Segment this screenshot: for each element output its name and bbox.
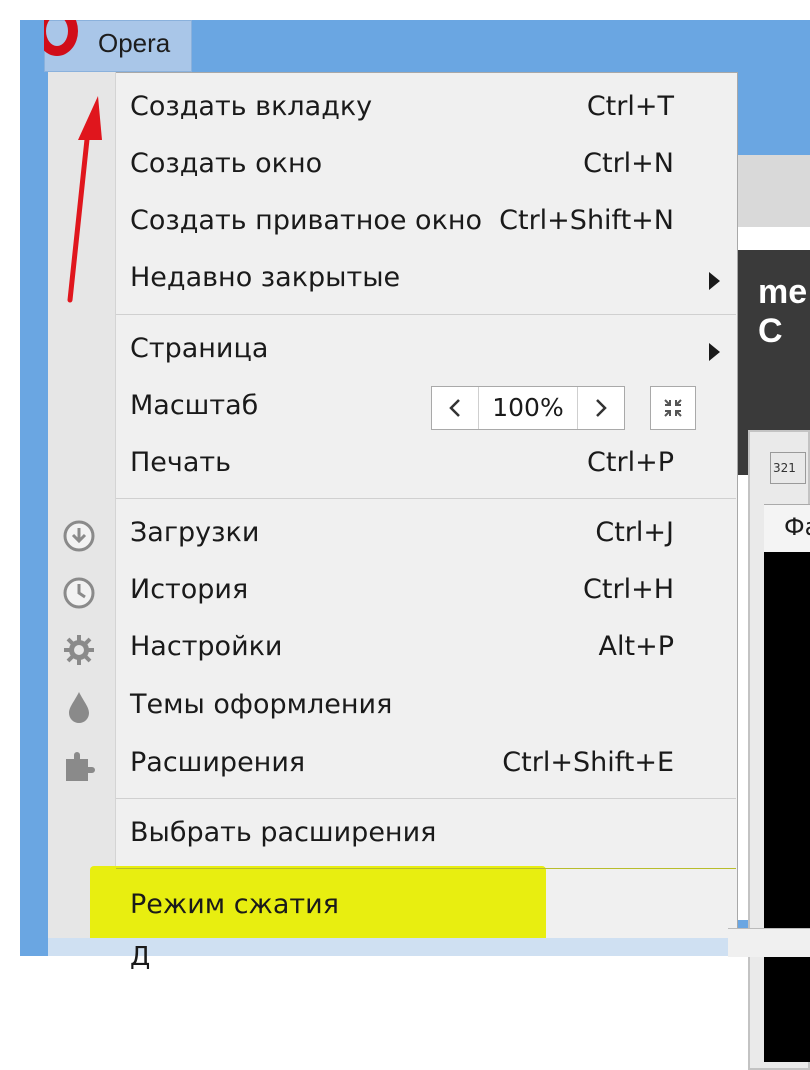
menu-separator — [116, 314, 736, 315]
opera-logo-icon — [44, 20, 86, 62]
screenshot-frame-top — [0, 0, 810, 20]
menu-item-shortcut: Ctrl+Shift+E — [502, 747, 674, 778]
menu-item-downloads[interactable]: Загрузки Ctrl+J — [116, 508, 736, 564]
menu-item-label: Темы оформления — [130, 689, 393, 720]
opera-menu-label: Opera — [98, 28, 171, 58]
menu-separator — [116, 798, 736, 799]
column-header: Фа — [764, 504, 810, 554]
menu-item-new-private-window[interactable]: Создать приватное окно Ctrl+Shift+N — [116, 196, 736, 252]
menu-item-label: Выбрать расширения — [130, 817, 437, 848]
menu-item-print[interactable]: Печать Ctrl+P — [116, 438, 736, 494]
menu-item-choose-extensions[interactable]: Выбрать расширения — [116, 808, 736, 864]
menu-item-label: Создать вкладку — [130, 91, 373, 122]
screenshot-frame-left — [0, 0, 20, 956]
menu-item-shortcut: Ctrl+T — [586, 91, 674, 122]
menu-item-label: Расширения — [130, 747, 306, 778]
menu-item-label: Режим сжатия — [130, 889, 339, 920]
film-icon: 321 — [770, 452, 806, 484]
background-page: me C 321 Фа — [738, 155, 810, 1070]
menu-item-label: Настройки — [130, 631, 283, 662]
menu-item-page[interactable]: Страница — [116, 324, 736, 380]
menu-item-label: Масштаб — [130, 390, 259, 421]
background-toolbar — [738, 155, 810, 227]
zoom-level-value: 100% — [492, 393, 564, 422]
fullscreen-button[interactable] — [650, 386, 696, 430]
background-app-window: 321 Фа — [748, 430, 810, 1070]
menu-item-compression-mode[interactable]: Режим сжатия — [116, 880, 736, 936]
menu-separator — [116, 498, 736, 499]
menu-item-label: Недавно закрытые — [130, 262, 401, 293]
menu-item-new-window[interactable]: Создать окно Ctrl+N — [116, 139, 736, 195]
menu-item-themes[interactable]: Темы оформления — [116, 680, 736, 736]
menu-separator — [116, 868, 736, 869]
menu-item-settings[interactable]: Настройки Alt+P — [116, 622, 736, 678]
menu-item-shortcut: Alt+P — [598, 631, 674, 662]
menu-item-label: Создать окно — [130, 148, 323, 179]
menu-item-shortcut: Ctrl+H — [583, 574, 674, 605]
clock-icon — [63, 577, 95, 609]
background-bottom-panel — [728, 928, 810, 957]
menu-item-zoom: Масштаб 100% — [116, 381, 736, 437]
zoom-in-button[interactable] — [577, 387, 624, 429]
puzzle-icon — [66, 752, 95, 781]
menu-item-recently-closed[interactable]: Недавно закрытые — [116, 253, 736, 309]
menu-item-partial-label: Д — [130, 942, 151, 972]
menu-item-label: История — [130, 574, 249, 605]
menu-item-shortcut: Ctrl+P — [587, 447, 674, 478]
submenu-arrow-icon — [709, 343, 720, 361]
menu-item-shortcut: Ctrl+J — [595, 517, 674, 548]
column-header-text: Фа — [784, 513, 810, 541]
menu-item-shortcut: Ctrl+Shift+N — [499, 205, 674, 236]
menu-item-new-tab[interactable]: Создать вкладку Ctrl+T — [116, 82, 736, 138]
gear-icon — [64, 635, 94, 665]
download-icon — [63, 520, 95, 552]
zoom-control: 100% — [431, 386, 625, 430]
menu-item-history[interactable]: История Ctrl+H — [116, 565, 736, 621]
zoom-out-button[interactable] — [432, 387, 479, 429]
fullscreen-icon — [664, 399, 682, 417]
menu-item-label: Печать — [130, 447, 232, 478]
menu-item-extensions[interactable]: Расширения Ctrl+Shift+E — [116, 738, 736, 794]
annotation-arrow-icon — [67, 96, 102, 303]
background-banner-text: me C — [758, 273, 808, 350]
film-icon-number: 321 — [773, 461, 796, 475]
submenu-arrow-icon — [709, 272, 720, 290]
menu-item-label: Загрузки — [130, 517, 260, 548]
video-area — [764, 552, 810, 1062]
menu-item-shortcut: Ctrl+N — [583, 148, 674, 179]
menu-item-label: Страница — [130, 333, 269, 364]
menu-item-label: Создать приватное окно — [130, 205, 483, 236]
drop-icon — [69, 692, 89, 723]
